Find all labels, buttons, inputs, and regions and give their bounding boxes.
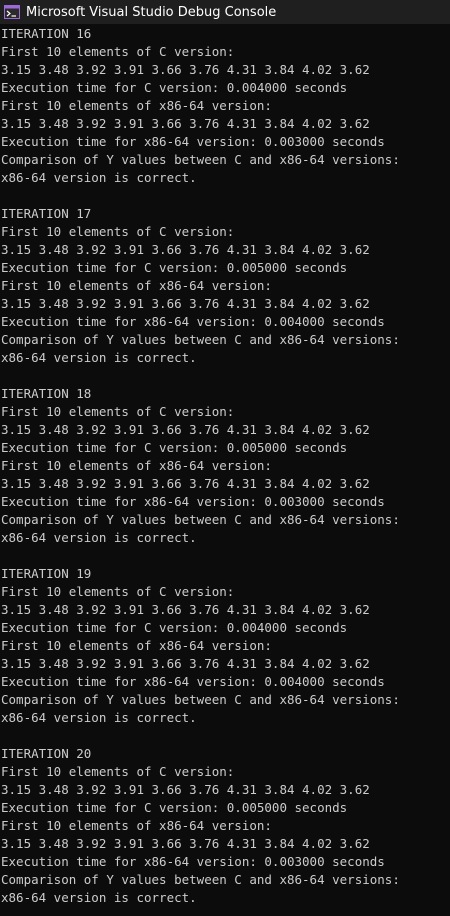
- console-line: First 10 elements of x86-64 version:: [1, 98, 272, 113]
- console-line: First 10 elements of C version:: [1, 404, 235, 419]
- console-line: First 10 elements of C version:: [1, 584, 235, 599]
- console-line: ITERATION 17: [1, 206, 92, 221]
- console-line: x86-64 version is correct.: [1, 350, 197, 365]
- console-line: Comparison of Y values between C and x86…: [1, 512, 400, 527]
- console-output[interactable]: ITERATION 16 First 10 elements of C versi…: [0, 24, 450, 916]
- console-line: First 10 elements of x86-64 version:: [1, 278, 272, 293]
- console-line: 3.15 3.48 3.92 3.91 3.66 3.76 4.31 3.84 …: [1, 242, 370, 257]
- console-line: Comparison of Y values between C and x86…: [1, 692, 400, 707]
- console-line: Execution time for x86-64 version: 0.003…: [1, 854, 385, 869]
- console-line: Execution time for C version: 0.005000 s…: [1, 260, 348, 275]
- console-line: 3.15 3.48 3.92 3.91 3.66 3.76 4.31 3.84 …: [1, 602, 370, 617]
- console-line: 3.15 3.48 3.92 3.91 3.66 3.76 4.31 3.84 …: [1, 422, 370, 437]
- console-line: First 10 elements of C version:: [1, 224, 235, 239]
- console-line: 3.15 3.48 3.92 3.91 3.66 3.76 4.31 3.84 …: [1, 782, 370, 797]
- console-line: First 10 elements of C version:: [1, 44, 235, 59]
- console-line: 3.15 3.48 3.92 3.91 3.66 3.76 4.31 3.84 …: [1, 476, 370, 491]
- console-line: ITERATION 19: [1, 566, 92, 581]
- title-bar[interactable]: Microsoft Visual Studio Debug Console: [0, 0, 450, 24]
- console-line: First 10 elements of x86-64 version:: [1, 638, 272, 653]
- console-line: x86-64 version is correct.: [1, 890, 197, 905]
- console-line: ITERATION 18: [1, 386, 92, 401]
- console-line: Execution time for C version: 0.005000 s…: [1, 800, 348, 815]
- console-line: First 10 elements of x86-64 version:: [1, 458, 272, 473]
- console-line: Comparison of Y values between C and x86…: [1, 332, 400, 347]
- console-line: First 10 elements of x86-64 version:: [1, 818, 272, 833]
- console-line: 3.15 3.48 3.92 3.91 3.66 3.76 4.31 3.84 …: [1, 296, 370, 311]
- console-line: 3.15 3.48 3.92 3.91 3.66 3.76 4.31 3.84 …: [1, 836, 370, 851]
- console-line: Execution time for x86-64 version: 0.003…: [1, 494, 385, 509]
- console-line: Execution time for C version: 0.005000 s…: [1, 440, 348, 455]
- console-line: Execution time for C version: 0.004000 s…: [1, 620, 348, 635]
- console-line: Execution time for C version: 0.004000 s…: [1, 80, 348, 95]
- console-line: First 10 elements of C version:: [1, 764, 235, 779]
- console-line: 3.15 3.48 3.92 3.91 3.66 3.76 4.31 3.84 …: [1, 656, 370, 671]
- console-line: Execution time for x86-64 version: 0.004…: [1, 314, 385, 329]
- console-line: ITERATION 20: [1, 746, 92, 761]
- console-line: Execution time for x86-64 version: 0.003…: [1, 134, 385, 149]
- window-title: Microsoft Visual Studio Debug Console: [26, 4, 277, 20]
- console-line: Comparison of Y values between C and x86…: [1, 872, 400, 887]
- vs-debug-console-icon: [4, 5, 20, 19]
- console-line: Execution time for x86-64 version: 0.004…: [1, 674, 385, 689]
- console-line: 3.15 3.48 3.92 3.91 3.66 3.76 4.31 3.84 …: [1, 62, 370, 77]
- console-line: ITERATION 16: [1, 26, 92, 41]
- console-line: x86-64 version is correct.: [1, 170, 197, 185]
- console-line: 3.15 3.48 3.92 3.91 3.66 3.76 4.31 3.84 …: [1, 116, 370, 131]
- console-line: x86-64 version is correct.: [1, 710, 197, 725]
- console-line: x86-64 version is correct.: [1, 530, 197, 545]
- console-line: Comparison of Y values between C and x86…: [1, 152, 400, 167]
